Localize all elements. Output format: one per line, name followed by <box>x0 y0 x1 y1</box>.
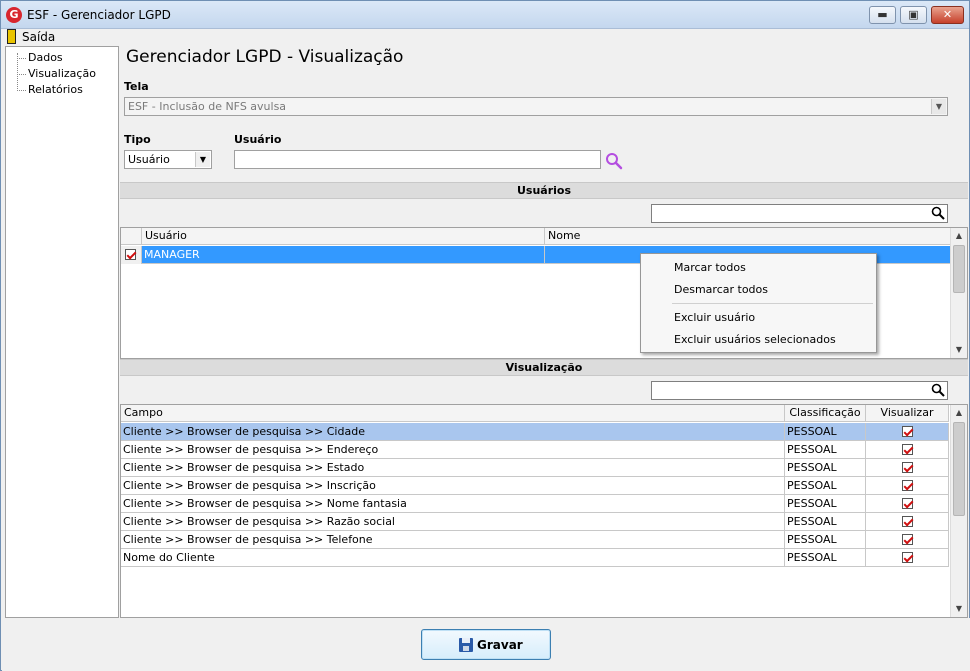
scroll-up-icon[interactable]: ▲ <box>951 405 967 421</box>
cell-classificacao: PESSOAL <box>785 423 866 441</box>
cell-campo: Cliente >> Browser de pesquisa >> Endere… <box>121 441 785 459</box>
cell-classificacao: PESSOAL <box>785 495 866 513</box>
visualizar-checkbox[interactable] <box>902 426 913 437</box>
visualizar-checkbox[interactable] <box>902 516 913 527</box>
menu-separator <box>672 303 873 304</box>
visualizar-checkbox[interactable] <box>902 444 913 455</box>
table-row[interactable]: Nome do Cliente PESSOAL <box>121 549 949 567</box>
usuarios-section-header: Usuários <box>120 182 968 199</box>
usuario-input[interactable] <box>234 150 601 169</box>
usuarios-scrollbar[interactable]: ▲ ▼ <box>950 228 967 358</box>
context-menu: Marcar todos Desmarcar todos Excluir usu… <box>640 253 877 353</box>
cell-campo: Nome do Cliente <box>121 549 785 567</box>
table-row[interactable]: Cliente >> Browser de pesquisa >> Endere… <box>121 441 949 459</box>
cell-classificacao: PESSOAL <box>785 549 866 567</box>
title-bar: G ESF - Gerenciador LGPD ▬ ▣ ✕ <box>1 1 969 29</box>
cell-campo: Cliente >> Browser de pesquisa >> Estado <box>121 459 785 477</box>
table-row[interactable]: Cliente >> Browser de pesquisa >> Cidade… <box>121 423 949 441</box>
table-row[interactable]: Cliente >> Browser de pesquisa >> Telefo… <box>121 531 949 549</box>
app-logo-icon: G <box>6 7 22 23</box>
tree-item-relatorios[interactable]: Relatórios <box>28 83 83 96</box>
visualizacao-scrollbar[interactable]: ▲ ▼ <box>950 405 967 617</box>
save-button-label: Gravar <box>477 638 523 652</box>
search-icon[interactable] <box>931 383 945 397</box>
menu-item-excluir-usuario[interactable]: Excluir usuário <box>674 311 755 324</box>
cell-campo: Cliente >> Browser de pesquisa >> Cidade <box>121 423 785 441</box>
cell-classificacao: PESSOAL <box>785 513 866 531</box>
visualizar-checkbox[interactable] <box>902 552 913 563</box>
minimize-button[interactable]: ▬ <box>869 6 896 24</box>
page-title: Gerenciador LGPD - Visualização <box>126 47 404 67</box>
menu-item-marcar-todos[interactable]: Marcar todos <box>674 261 746 274</box>
table-row[interactable]: Cliente >> Browser de pesquisa >> Nome f… <box>121 495 949 513</box>
cell-classificacao: PESSOAL <box>785 477 866 495</box>
cell-campo: Cliente >> Browser de pesquisa >> Razão … <box>121 513 785 531</box>
close-button[interactable]: ✕ <box>931 6 964 24</box>
grid-header-visualizar[interactable]: Visualizar <box>866 405 949 422</box>
tree-item-visualizacao[interactable]: Visualização <box>28 67 96 80</box>
save-button[interactable]: Gravar <box>421 629 551 660</box>
menu-item-desmarcar-todos[interactable]: Desmarcar todos <box>674 283 768 296</box>
cell-classificacao: PESSOAL <box>785 459 866 477</box>
maximize-button[interactable]: ▣ <box>900 6 927 24</box>
visualizar-checkbox[interactable] <box>902 480 913 491</box>
chevron-down-icon: ▼ <box>931 99 946 114</box>
scroll-thumb[interactable] <box>953 422 965 516</box>
menu-item-excluir-selecionados[interactable]: Excluir usuários selecionados <box>674 333 836 346</box>
cell-campo: Cliente >> Browser de pesquisa >> Nome f… <box>121 495 785 513</box>
tela-select-value: ESF - Inclusão de NFS avulsa <box>128 100 287 113</box>
scroll-down-icon[interactable]: ▼ <box>951 342 967 358</box>
tipo-select[interactable]: Usuário ▼ <box>124 150 212 169</box>
usuario-label: Usuário <box>234 133 282 146</box>
tela-select[interactable]: ESF - Inclusão de NFS avulsa ▼ <box>124 97 948 116</box>
grid-header-nome[interactable]: Nome <box>545 228 951 245</box>
cell-classificacao: PESSOAL <box>785 441 866 459</box>
grid-header-campo[interactable]: Campo <box>121 405 785 422</box>
tree-connector <box>17 58 26 59</box>
exit-door-icon <box>7 29 16 44</box>
visualizar-checkbox[interactable] <box>902 498 913 509</box>
window-title: ESF - Gerenciador LGPD <box>27 8 171 22</box>
visualizar-checkbox[interactable] <box>902 534 913 545</box>
search-icon[interactable] <box>931 206 945 220</box>
chevron-down-icon: ▼ <box>195 152 210 167</box>
tipo-label: Tipo <box>124 133 151 146</box>
cell-classificacao: PESSOAL <box>785 531 866 549</box>
navigation-tree: Dados Visualização Relatórios <box>5 46 119 618</box>
usuarios-filter-input[interactable] <box>651 204 948 223</box>
scroll-up-icon[interactable]: ▲ <box>951 228 967 244</box>
scroll-down-icon[interactable]: ▼ <box>951 601 967 617</box>
search-icon[interactable] <box>605 152 623 170</box>
grid-header-usuario[interactable]: Usuário <box>142 228 545 245</box>
table-row[interactable]: Cliente >> Browser de pesquisa >> Inscri… <box>121 477 949 495</box>
cell-usuario: MANAGER <box>142 246 545 264</box>
cell-campo: Cliente >> Browser de pesquisa >> Telefo… <box>121 531 785 549</box>
tipo-select-value: Usuário <box>128 153 170 166</box>
grid-header-check <box>121 228 142 245</box>
scroll-thumb[interactable] <box>953 245 965 293</box>
grid-header-classificacao[interactable]: Classificação <box>785 405 866 422</box>
row-checkbox[interactable] <box>125 249 136 260</box>
tree-connector <box>17 90 26 91</box>
menu-bar: Saída <box>1 29 969 46</box>
tela-label: Tela <box>124 80 149 93</box>
table-row[interactable]: Cliente >> Browser de pesquisa >> Razão … <box>121 513 949 531</box>
menu-exit[interactable]: Saída <box>22 30 55 44</box>
app-window: G ESF - Gerenciador LGPD ▬ ▣ ✕ Saída Dad… <box>0 0 970 671</box>
visualizacao-grid: Campo Classificação Visualizar Cliente >… <box>120 404 968 618</box>
table-row[interactable]: Cliente >> Browser de pesquisa >> Estado… <box>121 459 949 477</box>
cell-campo: Cliente >> Browser de pesquisa >> Inscri… <box>121 477 785 495</box>
floppy-disk-icon <box>459 638 473 652</box>
visualizacao-section-header: Visualização <box>120 359 968 376</box>
tree-connector <box>17 74 26 75</box>
tree-item-dados[interactable]: Dados <box>28 51 63 64</box>
visualizacao-filter-input[interactable] <box>651 381 948 400</box>
visualizar-checkbox[interactable] <box>902 462 913 473</box>
